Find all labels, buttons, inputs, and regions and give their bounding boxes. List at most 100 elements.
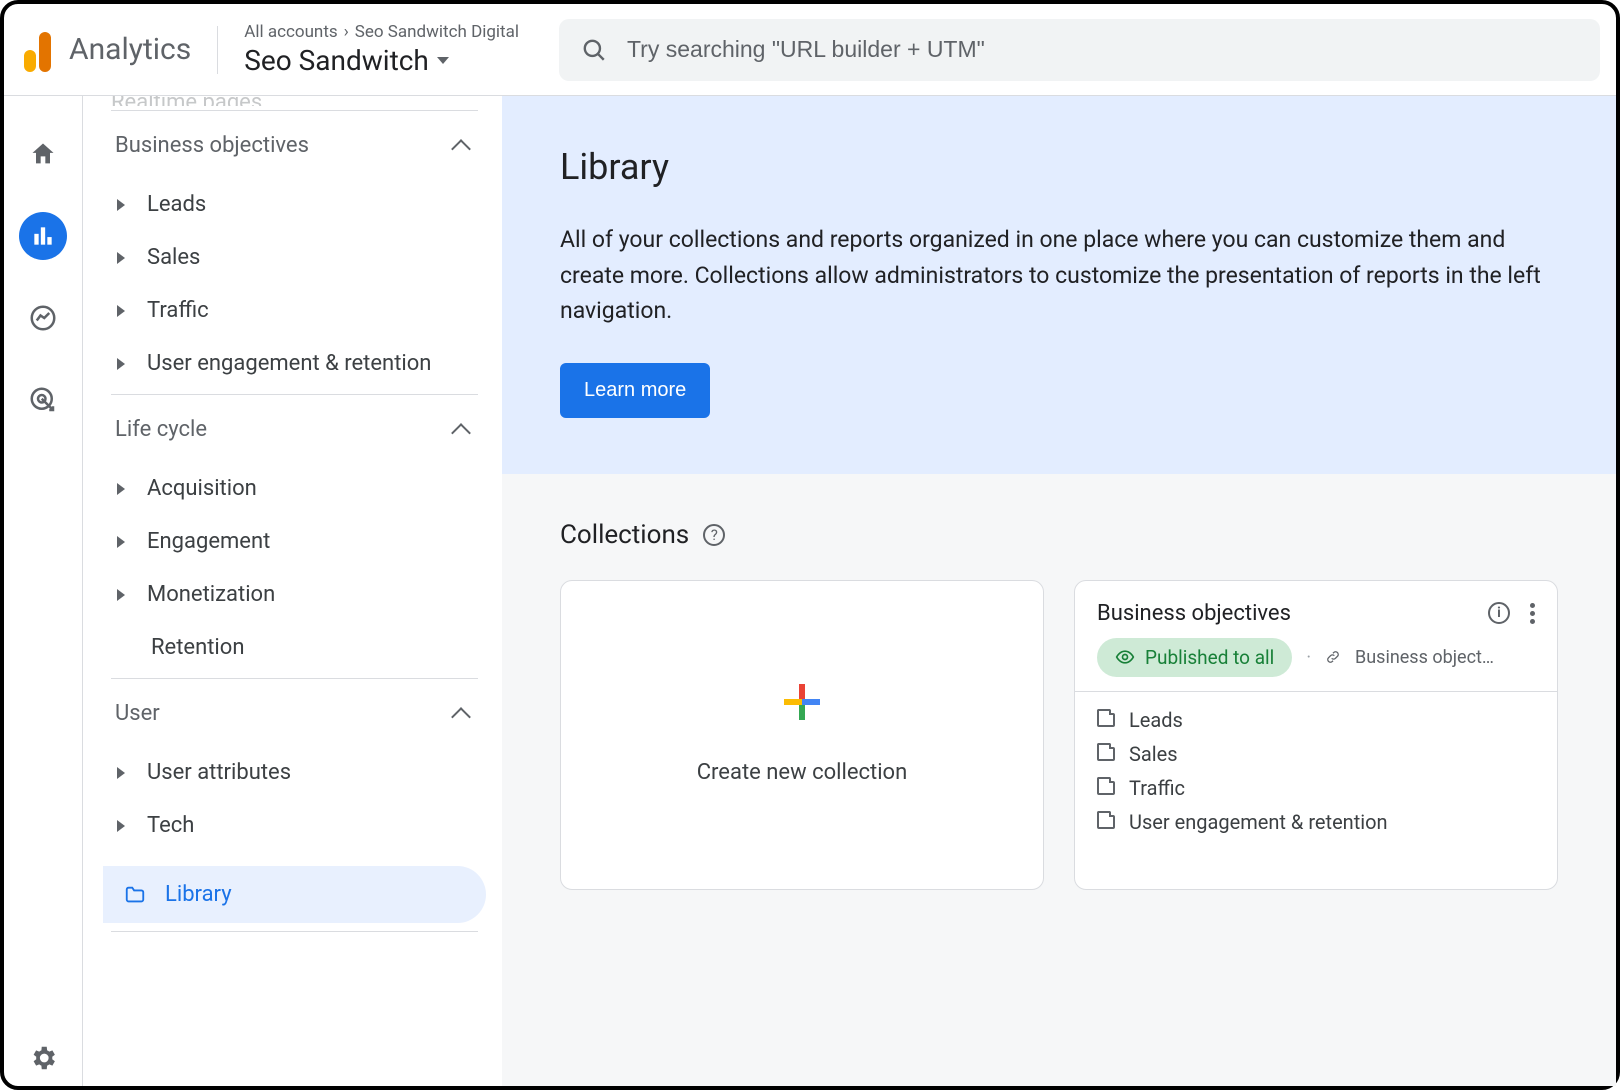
triangle-right-icon bbox=[117, 358, 125, 370]
sidebar-section-life-cycle[interactable]: Life cycle bbox=[97, 395, 492, 462]
collection-type: Business objectives bbox=[1355, 647, 1495, 668]
rail-explore[interactable] bbox=[19, 294, 67, 342]
sidebar-item-retention[interactable]: Retention bbox=[97, 621, 492, 674]
triangle-right-icon bbox=[117, 820, 125, 832]
create-collection-card[interactable]: Create new collection bbox=[560, 580, 1044, 890]
sidebar-item-label: Leads bbox=[147, 192, 206, 217]
badge-label: Published to all bbox=[1145, 646, 1274, 669]
breadcrumb: All accounts › Seo Sandwitch Digital bbox=[244, 22, 519, 42]
sidebar-item-user-engagement-retention[interactable]: User engagement & retention bbox=[97, 337, 492, 390]
triangle-right-icon bbox=[117, 252, 125, 264]
search-input[interactable] bbox=[627, 36, 1578, 63]
explore-icon bbox=[28, 303, 58, 333]
folder-outline-icon bbox=[1097, 815, 1115, 829]
rail-admin[interactable] bbox=[19, 1034, 67, 1082]
analytics-logo-icon bbox=[24, 28, 51, 72]
eye-icon bbox=[1115, 647, 1135, 667]
collection-card-business-objectives[interactable]: Business objectives i Published to all bbox=[1074, 580, 1558, 890]
account-switcher[interactable]: All accounts › Seo Sandwitch Digital Seo… bbox=[244, 22, 519, 77]
sidebar-item-library[interactable]: Library bbox=[103, 866, 486, 923]
page-title: Library bbox=[560, 146, 1558, 188]
create-collection-label: Create new collection bbox=[697, 760, 908, 785]
sidebar-item-tech[interactable]: Tech bbox=[97, 799, 492, 852]
sidebar-item-label: User engagement & retention bbox=[147, 351, 431, 376]
chevron-up-icon bbox=[451, 139, 471, 159]
separator-dot: · bbox=[1306, 647, 1311, 668]
sidebar-item-label: Library bbox=[165, 882, 232, 907]
help-icon[interactable]: ? bbox=[703, 524, 725, 546]
sidebar-item-label: Retention bbox=[151, 635, 244, 660]
sidebar-item-label: Monetization bbox=[147, 582, 275, 607]
sidebar-section-business-objectives[interactable]: Business objectives bbox=[97, 111, 492, 178]
collection-item[interactable]: Leads bbox=[1097, 708, 1535, 732]
section-title: User bbox=[115, 701, 160, 726]
folder-outline-icon bbox=[1097, 781, 1115, 795]
published-badge: Published to all bbox=[1097, 638, 1292, 677]
sidebar-item-engagement[interactable]: Engagement bbox=[97, 515, 492, 568]
property-name: Seo Sandwitch bbox=[244, 44, 429, 77]
collection-title: Business objectives bbox=[1097, 601, 1291, 626]
nav-rail bbox=[4, 96, 82, 1086]
chevron-up-icon bbox=[451, 423, 471, 443]
sidebar-item-label: Acquisition bbox=[147, 476, 257, 501]
collection-item[interactable]: Sales bbox=[1097, 742, 1535, 766]
sidebar-item-cutoff[interactable]: Realtime pages bbox=[83, 96, 492, 106]
plus-multicolor-icon bbox=[784, 684, 820, 720]
sidebar-item-traffic[interactable]: Traffic bbox=[97, 284, 492, 337]
sidebar-section-user[interactable]: User bbox=[97, 679, 492, 746]
triangle-right-icon bbox=[117, 589, 125, 601]
sidebar-item-label: Tech bbox=[147, 813, 194, 838]
breadcrumb-root: All accounts bbox=[244, 22, 337, 42]
collections-heading: Collections ? bbox=[560, 520, 1558, 550]
collection-item[interactable]: User engagement & retention bbox=[1097, 810, 1535, 834]
section-title: Life cycle bbox=[115, 417, 207, 442]
more-menu-icon[interactable] bbox=[1530, 603, 1535, 624]
info-icon[interactable]: i bbox=[1488, 602, 1510, 624]
collection-item-label: Sales bbox=[1129, 742, 1178, 766]
divider bbox=[217, 26, 218, 74]
triangle-right-icon bbox=[117, 199, 125, 211]
chevron-right-icon: › bbox=[344, 22, 349, 42]
sidebar-item-acquisition[interactable]: Acquisition bbox=[97, 462, 492, 515]
section-title: Business objectives bbox=[115, 133, 309, 158]
library-banner: Library All of your collections and repo… bbox=[502, 96, 1616, 474]
sidebar-item-sales[interactable]: Sales bbox=[97, 231, 492, 284]
rail-home[interactable] bbox=[19, 130, 67, 178]
triangle-right-icon bbox=[117, 536, 125, 548]
collection-item-label: Traffic bbox=[1129, 776, 1185, 800]
rail-reports[interactable] bbox=[19, 212, 67, 260]
collection-item-label: Leads bbox=[1129, 708, 1183, 732]
search-icon bbox=[581, 37, 607, 63]
folder-icon bbox=[123, 884, 147, 906]
sidebar-item-label: Engagement bbox=[147, 529, 270, 554]
link-icon bbox=[1325, 649, 1341, 665]
triangle-right-icon bbox=[117, 767, 125, 779]
divider bbox=[111, 931, 478, 932]
chevron-up-icon bbox=[451, 707, 471, 727]
breadcrumb-account: Seo Sandwitch Digital bbox=[355, 22, 519, 42]
target-click-icon bbox=[28, 385, 58, 415]
page-description: All of your collections and reports orga… bbox=[560, 222, 1558, 329]
product-logo[interactable]: Analytics bbox=[20, 28, 191, 72]
sidebar-item-user-attributes[interactable]: User attributes bbox=[97, 746, 492, 799]
learn-more-button[interactable]: Learn more bbox=[560, 363, 710, 418]
folder-outline-icon bbox=[1097, 747, 1115, 761]
sidebar-item-label: User attributes bbox=[147, 760, 291, 785]
sidebar-item-label: Sales bbox=[147, 245, 200, 270]
rail-advertising[interactable] bbox=[19, 376, 67, 424]
search-bar[interactable] bbox=[559, 19, 1600, 81]
reports-sidebar: Realtime pages Business objectives Leads… bbox=[82, 96, 502, 1086]
sidebar-item-monetization[interactable]: Monetization bbox=[97, 568, 492, 621]
folder-outline-icon bbox=[1097, 713, 1115, 727]
collection-item-label: User engagement & retention bbox=[1129, 810, 1388, 834]
section-title: Collections bbox=[560, 520, 689, 550]
sidebar-item-label: Traffic bbox=[147, 298, 209, 323]
main-content: Library All of your collections and repo… bbox=[502, 96, 1616, 1086]
caret-down-icon bbox=[437, 57, 449, 64]
gear-icon bbox=[28, 1043, 58, 1073]
collection-item[interactable]: Traffic bbox=[1097, 776, 1535, 800]
sidebar-item-leads[interactable]: Leads bbox=[97, 178, 492, 231]
product-name: Analytics bbox=[69, 32, 191, 67]
triangle-right-icon bbox=[117, 305, 125, 317]
app-header: Analytics All accounts › Seo Sandwitch D… bbox=[4, 4, 1616, 96]
